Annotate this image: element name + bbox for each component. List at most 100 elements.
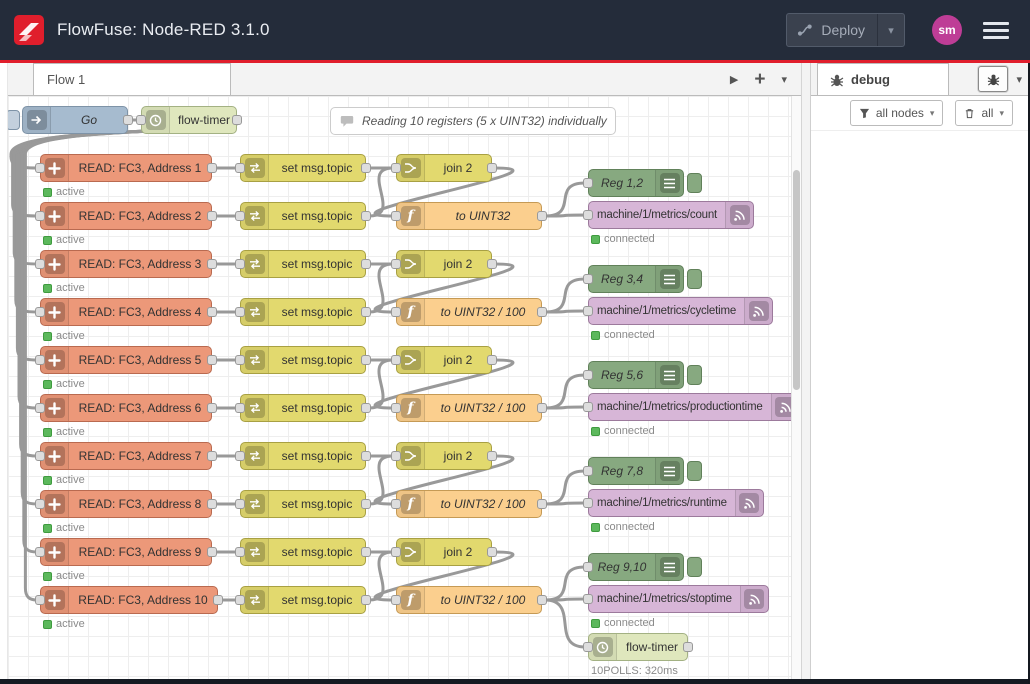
input-port[interactable] <box>391 307 401 317</box>
node-read-r7[interactable]: READ: FC3, Address 7active <box>40 442 212 470</box>
node-debug-d1[interactable]: Reg 1,2 <box>588 169 684 197</box>
output-port[interactable] <box>537 211 547 221</box>
node-function-f4[interactable]: fto UINT32 / 100 <box>396 490 542 518</box>
node-change-s1[interactable]: set msg.topic <box>240 154 366 182</box>
debug-enable-button[interactable] <box>687 557 702 577</box>
output-port[interactable] <box>207 307 217 317</box>
output-port[interactable] <box>207 451 217 461</box>
node-debug-d5[interactable]: Reg 9,10 <box>588 553 684 581</box>
node-mqtt-m5[interactable]: machine/1/metrics/stoptimeconnected <box>588 585 769 613</box>
input-port[interactable] <box>583 178 593 188</box>
node-flowtimer-ft_bot[interactable]: flow-timer10POLLS: 320ms <box>588 633 688 661</box>
output-port[interactable] <box>683 642 693 652</box>
input-port[interactable] <box>235 451 245 461</box>
input-port[interactable] <box>35 403 45 413</box>
input-port[interactable] <box>391 403 401 413</box>
wire[interactable] <box>545 567 585 600</box>
input-port[interactable] <box>35 547 45 557</box>
node-read-r2[interactable]: READ: FC3, Address 2active <box>40 202 212 230</box>
node-change-s9[interactable]: set msg.topic <box>240 538 366 566</box>
output-port[interactable] <box>213 595 223 605</box>
node-change-s10[interactable]: set msg.topic <box>240 586 366 614</box>
output-port[interactable] <box>361 163 371 173</box>
output-port[interactable] <box>537 307 547 317</box>
node-read-r4[interactable]: READ: FC3, Address 4active <box>40 298 212 326</box>
input-port[interactable] <box>235 547 245 557</box>
sidebar-splitter[interactable] <box>801 63 811 679</box>
output-port[interactable] <box>207 259 217 269</box>
node-inject-go[interactable]: Go <box>22 106 128 134</box>
input-port[interactable] <box>583 594 593 604</box>
output-port[interactable] <box>123 115 133 125</box>
output-port[interactable] <box>361 499 371 509</box>
debug-enable-button[interactable] <box>687 173 702 193</box>
inject-trigger-button[interactable] <box>8 110 20 130</box>
input-port[interactable] <box>391 163 401 173</box>
node-comment-cmt[interactable]: Reading 10 registers (5 x UINT32) indivi… <box>330 107 616 135</box>
user-avatar[interactable]: sm <box>932 15 962 45</box>
input-port[interactable] <box>235 259 245 269</box>
output-port[interactable] <box>361 307 371 317</box>
node-function-f1[interactable]: fto UINT32 <box>396 202 542 230</box>
node-function-f2[interactable]: fto UINT32 / 100 <box>396 298 542 326</box>
node-debug-d3[interactable]: Reg 5,6 <box>588 361 684 389</box>
node-join-j2[interactable]: join 2 <box>396 250 492 278</box>
output-port[interactable] <box>207 211 217 221</box>
debug-enable-button[interactable] <box>687 365 702 385</box>
output-port[interactable] <box>207 163 217 173</box>
input-port[interactable] <box>391 355 401 365</box>
input-port[interactable] <box>35 307 45 317</box>
node-read-r1[interactable]: READ: FC3, Address 1active <box>40 154 212 182</box>
flow-canvas[interactable]: Go flow-timer Reading 10 registers (5 x UI… <box>8 96 791 679</box>
tab-flow-1[interactable]: Flow 1 <box>33 63 231 95</box>
input-port[interactable] <box>235 307 245 317</box>
output-port[interactable] <box>487 547 497 557</box>
flow-list-caret-icon[interactable]: ▾ <box>781 73 787 86</box>
node-join-j1[interactable]: join 2 <box>396 154 492 182</box>
deploy-caret-icon[interactable]: ▾ <box>878 24 904 37</box>
output-port[interactable] <box>487 355 497 365</box>
node-mqtt-m2[interactable]: machine/1/metrics/cycletimeconnected <box>588 297 773 325</box>
output-port[interactable] <box>361 259 371 269</box>
debug-message-list[interactable] <box>811 131 1030 680</box>
input-port[interactable] <box>583 306 593 316</box>
add-flow-button[interactable]: + <box>754 70 765 89</box>
output-port[interactable] <box>361 211 371 221</box>
wire[interactable] <box>545 183 585 216</box>
node-join-j4[interactable]: join 2 <box>396 442 492 470</box>
input-port[interactable] <box>35 355 45 365</box>
node-read-r5[interactable]: READ: FC3, Address 5active <box>40 346 212 374</box>
output-port[interactable] <box>232 115 242 125</box>
node-join-j3[interactable]: join 2 <box>396 346 492 374</box>
input-port[interactable] <box>35 499 45 509</box>
input-port[interactable] <box>35 595 45 605</box>
node-read-r6[interactable]: READ: FC3, Address 6active <box>40 394 212 422</box>
input-port[interactable] <box>235 499 245 509</box>
wire[interactable] <box>545 279 585 312</box>
node-flowtimer-ft_top[interactable]: flow-timer <box>141 106 237 134</box>
wire[interactable] <box>545 375 585 408</box>
wire[interactable] <box>545 407 585 408</box>
node-change-s5[interactable]: set msg.topic <box>240 346 366 374</box>
deploy-button[interactable]: Deploy ▾ <box>786 13 905 47</box>
node-read-r9[interactable]: READ: FC3, Address 9active <box>40 538 212 566</box>
input-port[interactable] <box>35 163 45 173</box>
output-port[interactable] <box>207 403 217 413</box>
wire[interactable] <box>545 215 585 216</box>
node-read-r8[interactable]: READ: FC3, Address 8active <box>40 490 212 518</box>
debug-enable-button[interactable] <box>687 461 702 481</box>
input-port[interactable] <box>235 355 245 365</box>
main-menu-icon[interactable] <box>983 22 1009 39</box>
input-port[interactable] <box>583 466 593 476</box>
output-port[interactable] <box>207 547 217 557</box>
input-port[interactable] <box>136 115 146 125</box>
output-port[interactable] <box>207 499 217 509</box>
node-change-s4[interactable]: set msg.topic <box>240 298 366 326</box>
debug-enable-button[interactable] <box>687 269 702 289</box>
input-port[interactable] <box>391 595 401 605</box>
input-port[interactable] <box>235 595 245 605</box>
node-change-s2[interactable]: set msg.topic <box>240 202 366 230</box>
output-port[interactable] <box>361 403 371 413</box>
input-port[interactable] <box>35 259 45 269</box>
input-port[interactable] <box>391 547 401 557</box>
